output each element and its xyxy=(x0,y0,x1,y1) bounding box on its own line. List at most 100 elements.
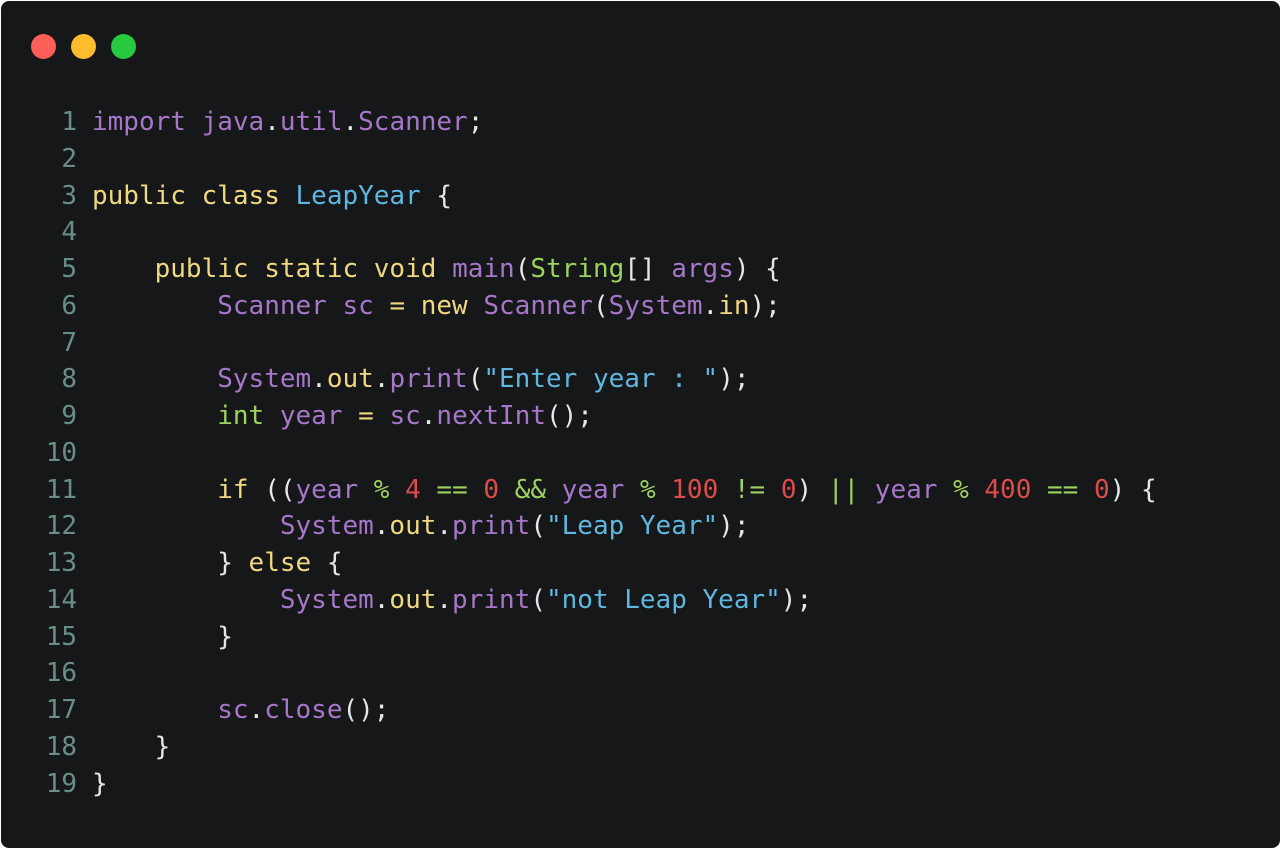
code-token: } xyxy=(92,548,249,578)
code-token: int xyxy=(217,401,265,431)
line-number: 2 xyxy=(61,143,77,174)
code-token: . xyxy=(702,290,719,321)
line-number: 1 xyxy=(61,107,77,137)
code-token: . xyxy=(248,695,265,725)
code-token: "not Leap Year" xyxy=(545,584,781,615)
zoom-dot-icon[interactable] xyxy=(111,34,136,59)
code-token: sc xyxy=(389,401,421,431)
code-line: 4 xyxy=(1,214,1280,251)
line-number: 14 xyxy=(45,584,77,615)
code-token: System xyxy=(279,511,374,542)
code-token: ); xyxy=(718,364,750,395)
code-token: print xyxy=(389,364,468,395)
code-token: ); xyxy=(749,290,781,321)
code-token: { xyxy=(420,180,453,211)
code-token: java xyxy=(201,107,265,137)
code-line: 5 public static void main(String[] args)… xyxy=(1,251,1280,288)
code-token: 4 xyxy=(405,474,421,505)
line-number: 4 xyxy=(61,217,77,248)
code-line: 18 } xyxy=(1,729,1280,766)
code-token: (); xyxy=(342,695,390,725)
line-number: 6 xyxy=(61,290,77,321)
code-token: year xyxy=(874,474,938,505)
code-token: || xyxy=(827,474,860,505)
line-number: 18 xyxy=(45,731,77,762)
line-number: 11 xyxy=(45,474,77,505)
code-token: ( xyxy=(467,364,484,395)
code-token: import xyxy=(92,107,186,137)
code-token: public xyxy=(92,180,186,211)
code-token: (); xyxy=(546,401,593,431)
code-token: 400 xyxy=(984,474,1032,505)
code-text: System.out.print("Enter year : "); xyxy=(92,361,750,398)
code-line: 1 import java.util.Scanner; xyxy=(1,104,1280,141)
code-line: 14 System.out.print("not Leap Year"); xyxy=(1,582,1280,619)
code-token: void xyxy=(373,254,437,284)
code-token: . xyxy=(420,401,437,431)
code-token: System xyxy=(217,364,312,395)
code-token: % xyxy=(639,474,656,505)
code-token: ) { xyxy=(733,254,781,284)
code-token: in xyxy=(718,290,750,321)
line-number: 17 xyxy=(45,695,77,725)
line-number: 7 xyxy=(61,327,77,358)
code-text: } xyxy=(92,766,108,803)
code-token: [] xyxy=(624,254,672,284)
code-token: 0 xyxy=(1093,474,1110,505)
code-text: int year = sc.nextInt(); xyxy=(92,398,593,435)
code-token: % xyxy=(953,474,969,505)
code-token: . xyxy=(436,511,453,542)
line-number: 19 xyxy=(45,768,77,799)
code-line: 19} xyxy=(1,766,1280,803)
code-token: static xyxy=(264,254,359,284)
code-token: ( xyxy=(530,511,546,542)
code-token: = xyxy=(358,401,374,431)
code-token: ) { xyxy=(1109,474,1157,505)
code-token: Scanner xyxy=(358,107,468,137)
code-line: 6 Scanner sc = new Scanner(System.in); xyxy=(1,288,1280,325)
code-line: 13 } else { xyxy=(1,545,1280,582)
line-number: 5 xyxy=(61,254,77,284)
code-token: } xyxy=(92,731,171,762)
code-token: "Leap Year" xyxy=(545,511,719,542)
code-token: (( xyxy=(248,474,296,505)
code-line: 17 sc.close(); xyxy=(1,692,1280,729)
code-line: 12 System.out.print("Leap Year"); xyxy=(1,508,1280,545)
code-token: ) xyxy=(796,474,828,505)
close-dot-icon[interactable] xyxy=(31,34,56,59)
code-line: 7 xyxy=(1,325,1280,362)
minimize-dot-icon[interactable] xyxy=(71,34,96,59)
code-token: == xyxy=(1047,474,1079,505)
code-window: 1 import java.util.Scanner; 2 3 public class… xyxy=(1,1,1280,848)
code-text: if ((year % 4 == 0 && year % 100 != 0) |… xyxy=(92,472,1157,509)
line-number: 13 xyxy=(45,548,77,578)
code-text: } else { xyxy=(92,545,342,582)
line-number: 9 xyxy=(61,401,77,431)
code-token: if xyxy=(217,474,249,505)
